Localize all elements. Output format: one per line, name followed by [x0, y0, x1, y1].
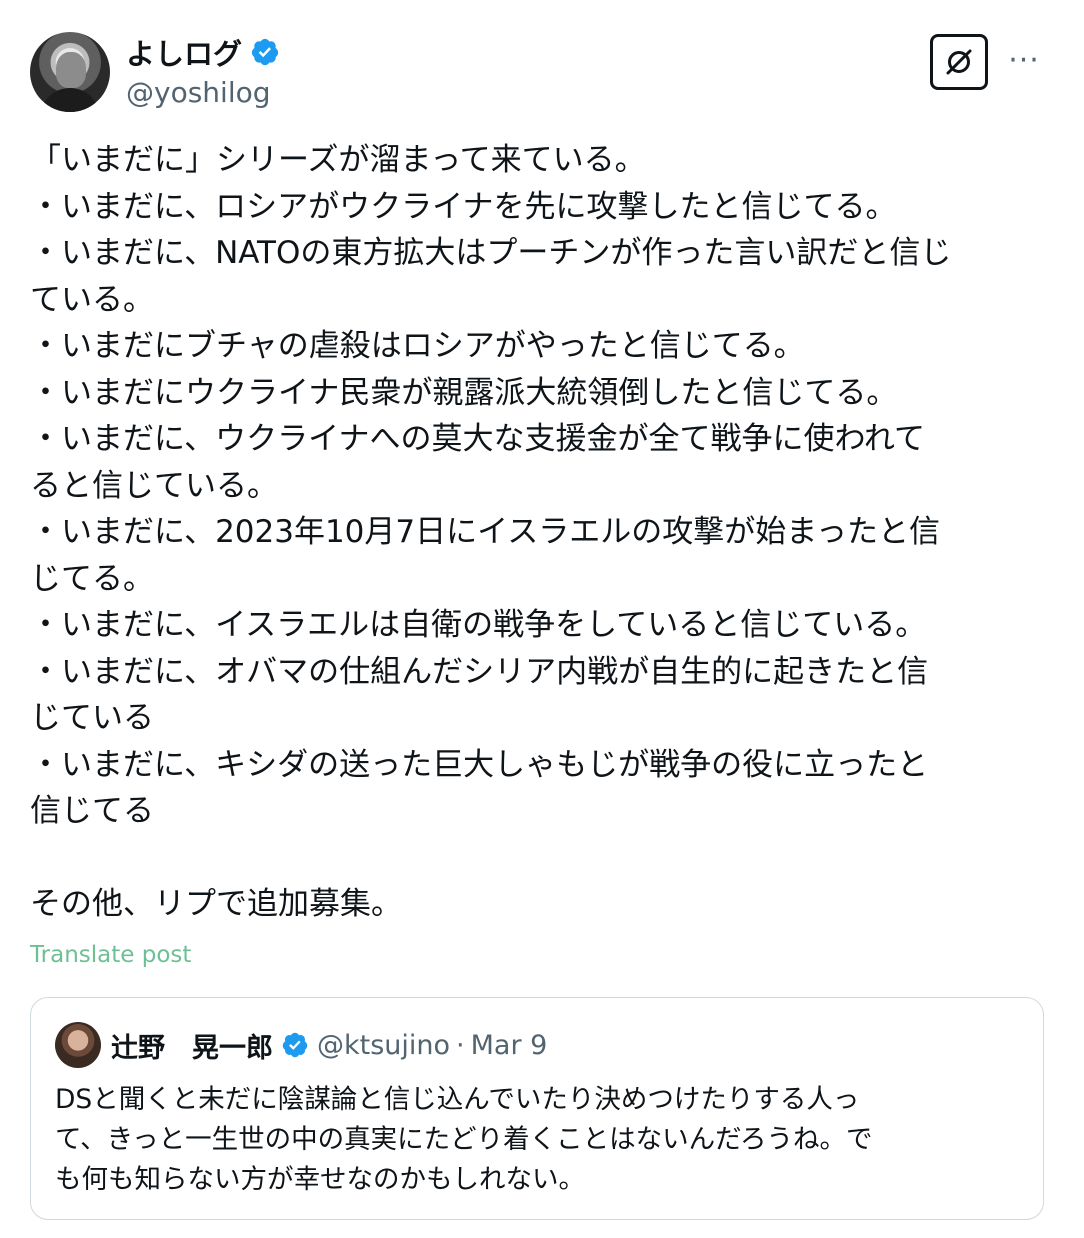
author-avatar[interactable] — [30, 32, 110, 112]
post-line: 「いまだに」シリーズが溜まって来ている。 — [30, 142, 646, 178]
post-blank-line — [30, 835, 1054, 882]
post-line: ・いまだに、オバマの仕組んだシリア内戦が自生的に起きたと信 — [30, 653, 929, 690]
verified-badge-icon — [251, 38, 279, 66]
quoted-line: も何も知らない方が幸せなのかもしれない。 — [55, 1164, 585, 1195]
post-line: ・いまだにブチャの虐殺はロシアがやったと信じてる。 — [30, 328, 805, 364]
quoted-post-card[interactable]: 辻野 晃一郎 @ktsujino · Mar 9 DSと聞くと未だに陰謀論と信じ… — [30, 997, 1044, 1220]
author-handle[interactable]: @yoshilog — [126, 76, 271, 109]
author-display-name[interactable]: よしログ — [126, 31, 242, 73]
verified-badge-icon — [282, 1032, 308, 1058]
post-header: よしログ @yoshilog ··· — [30, 30, 1054, 114]
quoted-post-date: Mar 9 — [470, 1029, 548, 1061]
post-line: ると信じている。 — [30, 467, 278, 504]
quoted-line: て、きっと一生世の中の真実にたどり着くことはないんだろうね。で — [55, 1124, 873, 1155]
post-line: じている — [30, 700, 154, 736]
quoted-line: DSと聞くと未だに陰謀論と信じ込んでいたり決めつけたりする人っ — [55, 1084, 860, 1115]
grok-button[interactable] — [930, 34, 988, 90]
quoted-author-handle: @ktsujino — [317, 1029, 451, 1061]
more-options-button[interactable]: ··· — [1002, 40, 1046, 80]
post-line: ・いまだに、2023年10月7日にイスラエルの攻撃が始まったと信 — [30, 514, 940, 550]
post-line: ている。 — [30, 281, 154, 318]
post-line: ・いまだにウクライナ民衆が親露派大統領倒したと信じてる。 — [30, 374, 898, 411]
quoted-post-text: DSと聞くと未だに陰謀論と信じ込んでいたり決めつけたりする人っ て、きっと一生世… — [55, 1080, 1025, 1200]
post-line: 信じてる — [30, 793, 154, 829]
post-line: ・いまだに、イスラエルは自衛の戦争をしていると信じている。 — [30, 607, 927, 643]
post-line: ・いまだに、ロシアがウクライナを先に攻撃したと信じてる。 — [30, 188, 897, 225]
translate-post-link[interactable]: Translate post — [30, 942, 191, 968]
post-line: ・いまだに、キシダの送った巨大しゃもじが戦争の役に立ったと — [30, 746, 929, 783]
post-line: じてる。 — [30, 560, 154, 597]
slashed-circle-icon — [946, 49, 972, 75]
avatar-face-shape — [56, 52, 86, 88]
quoted-post-header: 辻野 晃一郎 @ktsujino · Mar 9 — [55, 1022, 547, 1068]
author-name-row: よしログ — [126, 32, 280, 72]
post-text: 「いまだに」シリーズが溜まって来ている。 ・いまだに、ロシアがウクライナを先に攻… — [30, 137, 1054, 928]
post-line: その他、リプで追加募集。 — [30, 886, 402, 922]
dot-separator: · — [456, 1029, 465, 1061]
post-line: ・いまだに、NATOの東方拡大はプーチンが作った言い訳だと信じ — [30, 235, 952, 271]
quoted-author-avatar — [55, 1022, 101, 1068]
post-line: ・いまだに、ウクライナへの莫大な支援金が全て戦争に使われて — [30, 421, 925, 457]
quoted-author-name: 辻野 晃一郎 — [111, 1032, 273, 1064]
avatar-shirt-shape — [40, 88, 100, 112]
ellipsis-icon: ··· — [1008, 42, 1040, 78]
